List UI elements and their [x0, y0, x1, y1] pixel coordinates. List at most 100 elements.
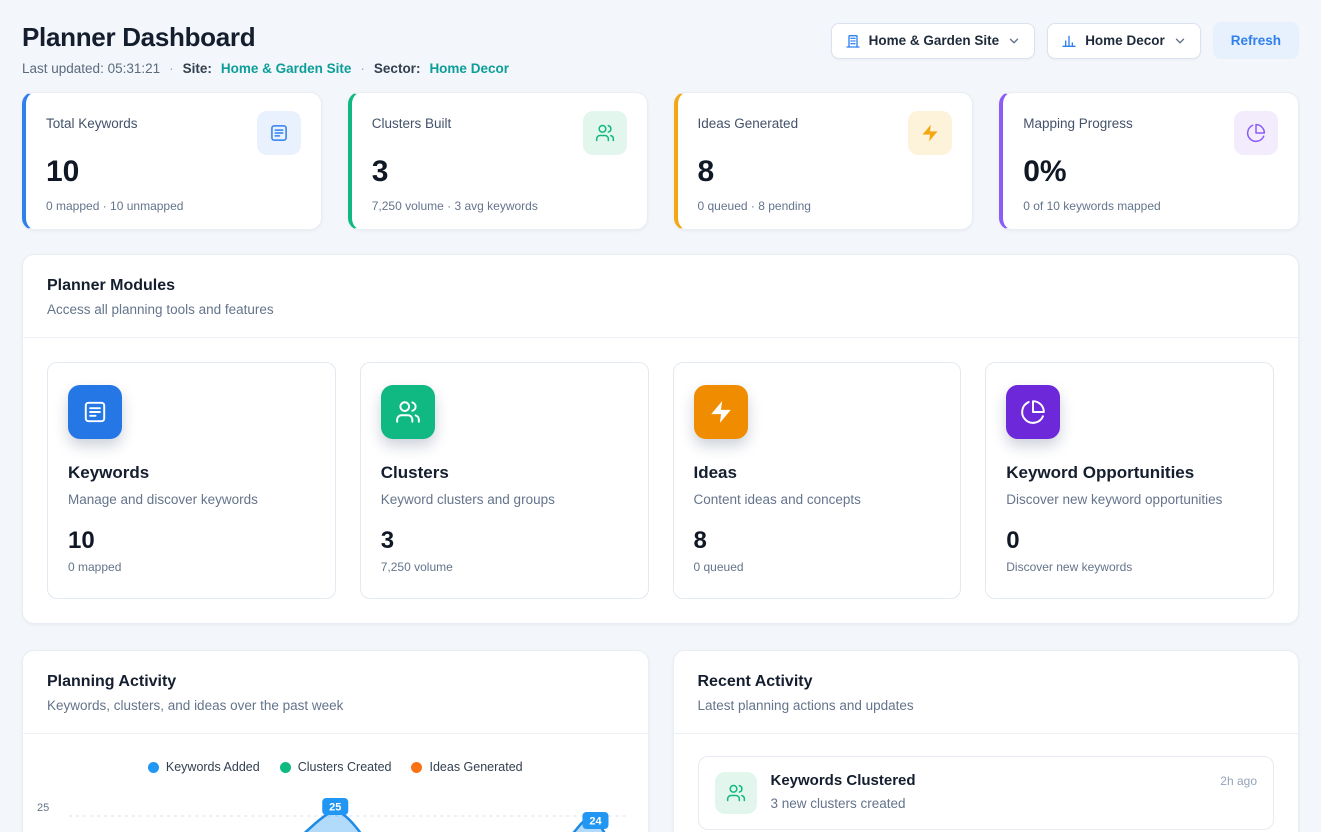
- users-icon: [583, 111, 627, 155]
- stat-subtext: 0 queued · 8 pending: [698, 199, 953, 213]
- header-subtitle: Last updated: 05:31:21 · Site: Home & Ga…: [22, 61, 509, 76]
- module-title: Keywords: [68, 463, 315, 483]
- separator-dot: ·: [360, 61, 365, 76]
- planning-activity-panel: Planning Activity Keywords, clusters, an…: [22, 650, 649, 832]
- planner-dashboard-page: Planner Dashboard Last updated: 05:31:21…: [0, 0, 1321, 832]
- stat-card-total-keywords: Total Keywords 10 0 mapped · 10 unmapped: [22, 92, 322, 230]
- panel-header: Recent Activity Latest planning actions …: [674, 651, 1299, 733]
- module-card-keyword-opportunities[interactable]: Keyword Opportunities Discover new keywo…: [985, 362, 1274, 599]
- module-card-ideas[interactable]: Ideas Content ideas and concepts 8 0 que…: [673, 362, 962, 599]
- data-point-label: 24: [582, 812, 608, 829]
- panel-subtitle: Keywords, clusters, and ideas over the p…: [47, 698, 624, 713]
- module-title: Ideas: [694, 463, 941, 483]
- stat-card-top: Total Keywords: [46, 111, 301, 155]
- panel-header: Planning Activity Keywords, clusters, an…: [23, 651, 648, 733]
- module-subtext: Discover new keywords: [1006, 560, 1253, 574]
- module-description: Keyword clusters and groups: [381, 492, 628, 507]
- stat-value: 0%: [1023, 155, 1278, 188]
- stat-card-clusters-built: Clusters Built 3 7,250 volume · 3 avg ke…: [348, 92, 648, 230]
- last-updated-text: Last updated: 05:31:21: [22, 61, 160, 76]
- activity-timestamp: 2h ago: [1220, 774, 1257, 788]
- legend-label: Ideas Generated: [429, 760, 522, 774]
- building-icon: [845, 33, 861, 49]
- refresh-button[interactable]: Refresh: [1213, 22, 1299, 59]
- page-header: Planner Dashboard Last updated: 05:31:21…: [22, 22, 1299, 76]
- stat-card-top: Ideas Generated: [698, 111, 953, 155]
- header-left: Planner Dashboard Last updated: 05:31:21…: [22, 22, 509, 76]
- stat-card-top: Clusters Built: [372, 111, 627, 155]
- stat-value: 8: [698, 155, 953, 188]
- activity-top: Keywords Clustered 2h ago: [771, 772, 1258, 789]
- stat-value: 3: [372, 155, 627, 188]
- separator-dot: ·: [169, 61, 174, 76]
- document-icon: [257, 111, 301, 155]
- stat-subtext: 7,250 volume · 3 avg keywords: [372, 199, 627, 213]
- users-icon: [381, 385, 435, 439]
- stat-card-ideas-generated: Ideas Generated 8 0 queued · 8 pending: [674, 92, 974, 230]
- activity-description: 3 new clusters created: [771, 796, 1258, 811]
- bar-chart-icon: [1061, 33, 1077, 49]
- panel-subtitle: Latest planning actions and updates: [698, 698, 1275, 713]
- module-description: Manage and discover keywords: [68, 492, 315, 507]
- site-link[interactable]: Home & Garden Site: [221, 61, 352, 76]
- module-subtext: 7,250 volume: [381, 560, 628, 574]
- panel-title: Planner Modules: [47, 277, 1274, 295]
- legend-item-ideas-generated[interactable]: Ideas Generated: [411, 760, 522, 774]
- stat-card-mapping-progress: Mapping Progress 0% 0 of 10 keywords map…: [999, 92, 1299, 230]
- data-point-label: 25: [322, 798, 348, 815]
- module-description: Content ideas and concepts: [694, 492, 941, 507]
- module-title: Clusters: [381, 463, 628, 483]
- pie-chart-icon: [1006, 385, 1060, 439]
- module-title: Keyword Opportunities: [1006, 463, 1253, 483]
- sector-selector-dropdown[interactable]: Home Decor: [1047, 23, 1201, 59]
- chevron-down-icon: [1007, 34, 1021, 48]
- legend-item-keywords-added[interactable]: Keywords Added: [148, 760, 260, 774]
- site-label: Site:: [183, 61, 212, 76]
- sector-link[interactable]: Home Decor: [429, 61, 509, 76]
- users-icon: [715, 772, 757, 814]
- bolt-icon: [694, 385, 748, 439]
- panel-header: Planner Modules Access all planning tool…: [23, 255, 1298, 337]
- site-selector-value: Home & Garden Site: [869, 33, 1000, 48]
- module-value: 0: [1006, 527, 1253, 555]
- planning-activity-chart-area: 25 25 24: [23, 782, 648, 832]
- planning-activity-chart: 25 24: [69, 792, 630, 832]
- module-value: 10: [68, 527, 315, 555]
- page-title: Planner Dashboard: [22, 22, 509, 53]
- document-icon: [68, 385, 122, 439]
- sector-label: Sector:: [374, 61, 421, 76]
- panel-title: Planning Activity: [47, 673, 624, 691]
- module-subtext: 0 queued: [694, 560, 941, 574]
- pie-chart-icon: [1234, 111, 1278, 155]
- stat-label: Mapping Progress: [1023, 111, 1133, 131]
- activity-body: Keywords Clustered 2h ago 3 new clusters…: [771, 772, 1258, 811]
- module-card-keywords[interactable]: Keywords Manage and discover keywords 10…: [47, 362, 336, 599]
- stat-label: Clusters Built: [372, 111, 452, 131]
- legend-dot: [280, 762, 291, 773]
- module-subtext: 0 mapped: [68, 560, 315, 574]
- legend-item-clusters-created[interactable]: Clusters Created: [280, 760, 392, 774]
- stat-subtext: 0 mapped · 10 unmapped: [46, 199, 301, 213]
- chart-legend: Keywords Added Clusters Created Ideas Ge…: [23, 734, 648, 782]
- bottom-row: Planning Activity Keywords, clusters, an…: [22, 650, 1299, 832]
- panel-title: Recent Activity: [698, 673, 1275, 691]
- activity-title: Keywords Clustered: [771, 772, 916, 789]
- header-controls: Home & Garden Site Home Decor Refresh: [831, 22, 1299, 59]
- site-selector-dropdown[interactable]: Home & Garden Site: [831, 23, 1036, 59]
- panel-subtitle: Access all planning tools and features: [47, 302, 1274, 317]
- stat-label: Ideas Generated: [698, 111, 799, 131]
- divider: [674, 733, 1299, 734]
- legend-label: Keywords Added: [166, 760, 260, 774]
- module-value: 8: [694, 527, 941, 555]
- chevron-down-icon: [1173, 34, 1187, 48]
- planner-modules-panel: Planner Modules Access all planning tool…: [22, 254, 1299, 624]
- legend-dot: [148, 762, 159, 773]
- legend-label: Clusters Created: [298, 760, 392, 774]
- stats-row: Total Keywords 10 0 mapped · 10 unmapped…: [22, 92, 1299, 230]
- bolt-icon: [908, 111, 952, 155]
- module-card-clusters[interactable]: Clusters Keyword clusters and groups 3 7…: [360, 362, 649, 599]
- module-value: 3: [381, 527, 628, 555]
- module-description: Discover new keyword opportunities: [1006, 492, 1253, 507]
- y-axis-tick-label: 25: [37, 802, 49, 814]
- legend-dot: [411, 762, 422, 773]
